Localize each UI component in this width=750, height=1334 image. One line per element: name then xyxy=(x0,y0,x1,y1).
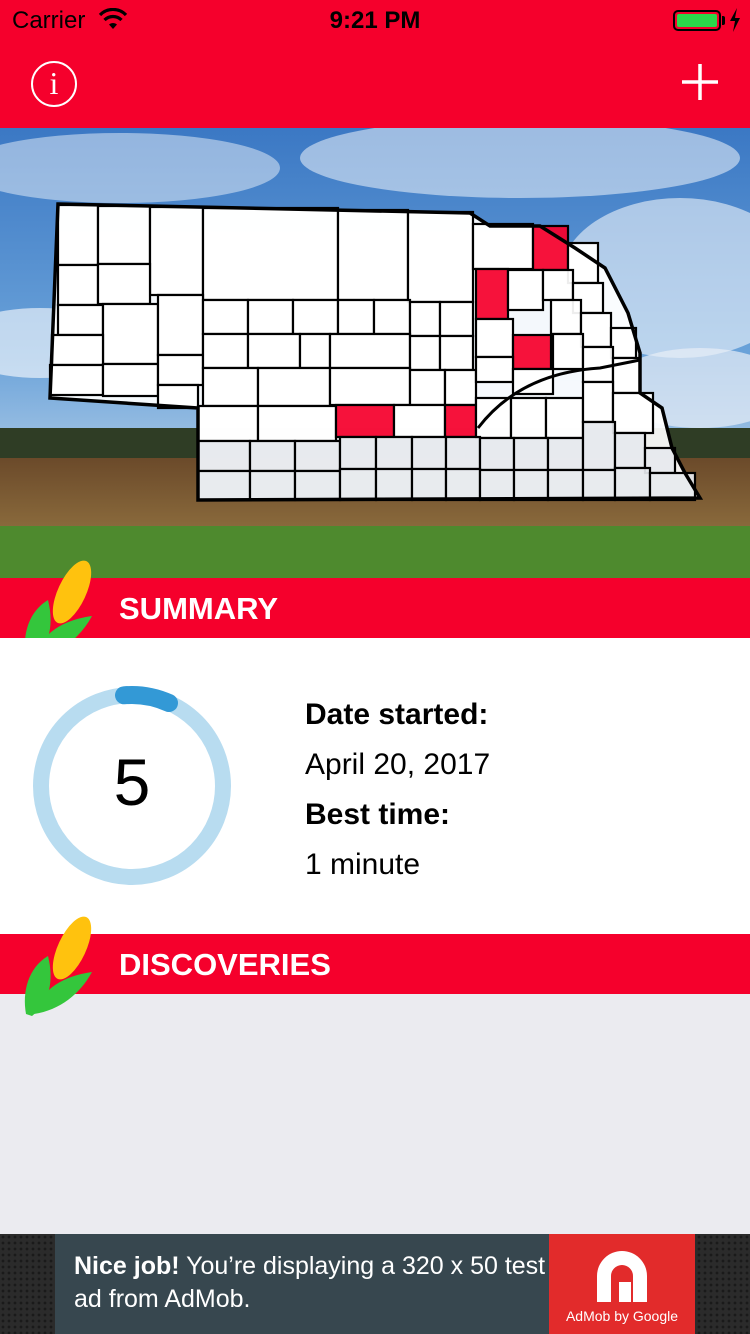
add-button[interactable] xyxy=(680,62,720,102)
charging-icon xyxy=(730,8,740,32)
ad-banner[interactable]: Nice job! You’re displaying a 320 x 50 t… xyxy=(0,1234,750,1334)
status-time: 9:21 PM xyxy=(329,7,421,34)
nav-bar: i xyxy=(0,40,750,128)
hero-map-banner xyxy=(0,128,750,578)
summary-panel: 5 Date started: April 20, 2017 Best time… xyxy=(0,638,750,934)
discoveries-header: DISCOVERIES xyxy=(0,916,750,1016)
date-started-value: April 20, 2017 xyxy=(305,748,491,781)
battery-tip xyxy=(722,16,725,25)
admob-icon xyxy=(597,1251,647,1302)
best-time-label: Best time: xyxy=(305,798,451,831)
ad-headline: Nice job! xyxy=(74,1252,180,1280)
plus-icon xyxy=(682,64,718,100)
county-map[interactable] xyxy=(0,128,750,578)
summary-info: Date started: April 20, 2017 Best time: … xyxy=(305,690,490,890)
corn-icon xyxy=(24,916,92,1016)
battery-icon xyxy=(673,10,721,31)
date-started-label: Date started: xyxy=(305,698,489,731)
counties-count: 5 xyxy=(113,745,151,819)
summary-title: SUMMARY xyxy=(119,591,279,626)
status-bar: Carrier 9:21 PM xyxy=(0,0,750,40)
best-time-value: 1 minute xyxy=(305,848,421,881)
ad-card[interactable]: Nice job! You’re displaying a 320 x 50 t… xyxy=(55,1234,695,1334)
ad-text: Nice job! You’re displaying a 320 x 50 t… xyxy=(74,1250,554,1316)
discoveries-title: DISCOVERIES xyxy=(119,947,331,982)
admob-caption: AdMob by Google xyxy=(565,1308,679,1324)
summary-header: SUMMARY xyxy=(0,560,750,660)
info-button[interactable]: i xyxy=(31,61,77,107)
admob-logo[interactable]: AdMob by Google xyxy=(549,1234,695,1334)
